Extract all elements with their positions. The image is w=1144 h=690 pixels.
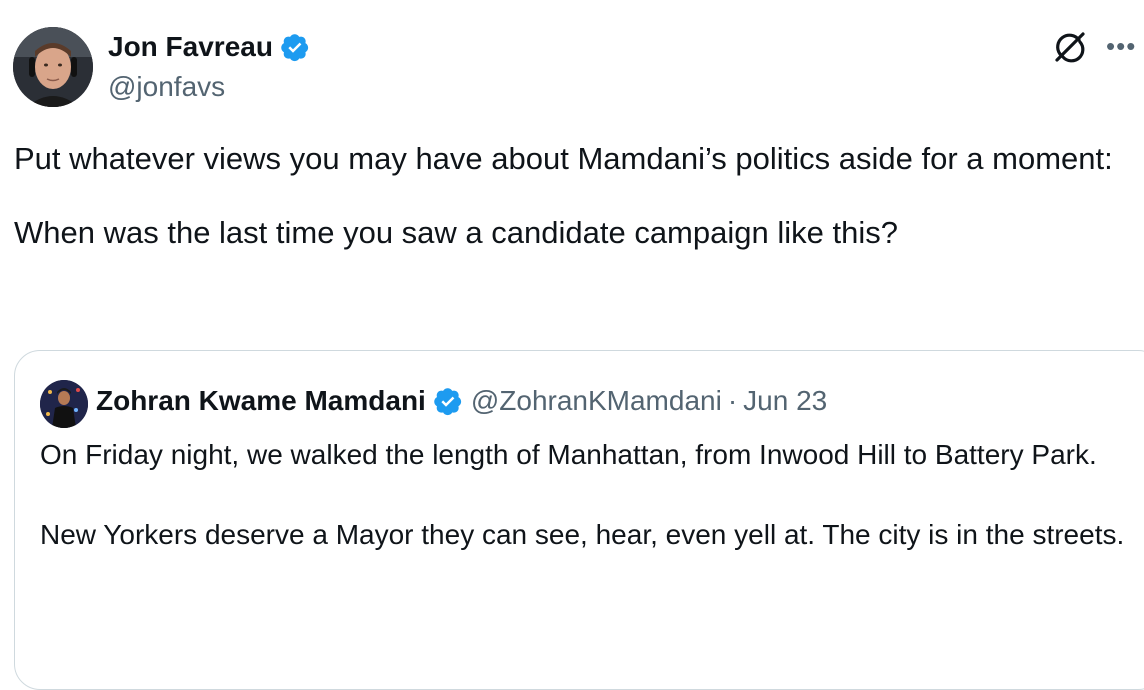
quoted-author-avatar[interactable] bbox=[40, 380, 88, 428]
author-name[interactable]: Jon Favreau bbox=[108, 30, 310, 64]
quoted-author-handle[interactable]: @ZohranKMamdani bbox=[471, 385, 722, 417]
author-handle[interactable]: @jonfavs bbox=[108, 70, 225, 104]
quoted-author-name[interactable]: Zohran Kwame Mamdani bbox=[96, 385, 426, 417]
quoted-tweet-card[interactable]: Zohran Kwame Mamdani @ZohranKMamdani · J… bbox=[14, 350, 1144, 690]
grok-icon[interactable] bbox=[1052, 28, 1088, 64]
author-avatar[interactable] bbox=[13, 27, 93, 107]
quoted-tweet-text: On Friday night, we walked the length of… bbox=[40, 439, 1125, 550]
dot-separator: · bbox=[727, 385, 738, 416]
quoted-verified-badge-icon[interactable] bbox=[433, 386, 463, 416]
tweet-text: Put whatever views you may have about Ma… bbox=[14, 141, 1113, 250]
quoted-tweet-date[interactable]: Jun 23 bbox=[743, 385, 827, 417]
quoted-tweet-header: Zohran Kwame Mamdani @ZohranKMamdani · J… bbox=[96, 383, 827, 419]
tweet: Jon Favreau @jonfavs ••• Put whatever vi… bbox=[0, 0, 1144, 690]
verified-badge-icon[interactable] bbox=[280, 32, 310, 62]
author-name-text[interactable]: Jon Favreau bbox=[108, 30, 273, 64]
more-options-icon[interactable]: ••• bbox=[1106, 31, 1140, 61]
